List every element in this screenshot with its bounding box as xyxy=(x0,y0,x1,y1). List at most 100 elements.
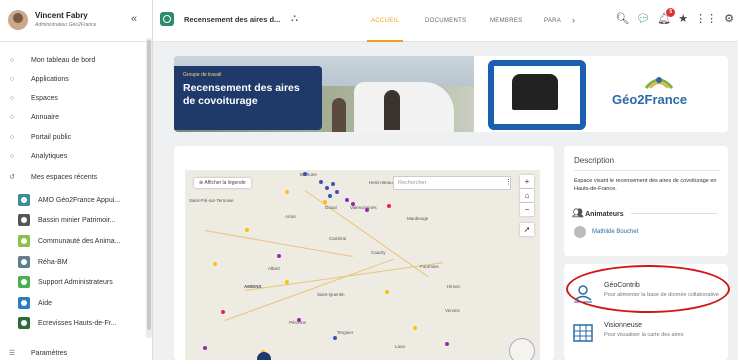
map-point[interactable] xyxy=(203,346,207,350)
map-point[interactable] xyxy=(413,326,417,330)
map-point[interactable] xyxy=(328,194,332,198)
animator-link[interactable]: Mathilde Bouchet xyxy=(574,226,638,238)
nav-recent-spaces[interactable]: ↺ Mes espaces récents xyxy=(8,170,97,184)
tab-membres[interactable]: MEMBRES xyxy=(490,18,522,24)
members-icon[interactable]: ⛬ xyxy=(291,13,298,24)
avatar xyxy=(574,226,586,238)
scrollbar-thumb[interactable] xyxy=(147,40,151,330)
nav-label: Mes espaces récents xyxy=(31,173,98,181)
description-text: Espace visant le recensement des aires d… xyxy=(574,178,717,192)
map-point[interactable] xyxy=(365,208,369,212)
tool-visionneuse[interactable]: Visionneuse Pour visualiser la carte des… xyxy=(572,320,722,350)
nav-label: Portail public xyxy=(31,133,72,141)
animators-heading-label: Animateurs xyxy=(585,211,624,218)
gear-icon[interactable]: ⚙ xyxy=(724,12,734,25)
nav-public-portal[interactable]: ○ Portail public xyxy=(8,130,71,144)
search-icon[interactable]: 🔍︎ xyxy=(615,12,629,25)
space-label: Aide xyxy=(38,299,53,307)
place-label: Saint-Quentin xyxy=(317,292,345,297)
recent-space-item[interactable]: Communauté des Anima... xyxy=(18,233,121,249)
map-point[interactable] xyxy=(277,254,281,258)
place-label: Cambrai xyxy=(329,236,347,241)
map-point[interactable] xyxy=(345,198,349,202)
banner-person xyxy=(332,98,346,132)
space-icon xyxy=(18,317,30,329)
home-icon[interactable]: ⌂ xyxy=(520,189,534,202)
map-point[interactable] xyxy=(385,290,389,294)
map-point[interactable] xyxy=(351,202,355,206)
map-point[interactable] xyxy=(285,280,289,284)
avatar[interactable] xyxy=(8,10,28,30)
map-point[interactable] xyxy=(445,342,449,346)
map-point[interactable] xyxy=(323,200,327,204)
map-point[interactable] xyxy=(325,186,329,190)
map-point[interactable] xyxy=(303,172,307,176)
show-legend-button[interactable]: ⊕ Afficher la légende xyxy=(194,178,251,188)
recent-space-item[interactable]: Réha-BM xyxy=(18,254,68,270)
map-point[interactable] xyxy=(335,190,339,194)
tab-documents[interactable]: DOCUMENTS xyxy=(425,18,466,24)
map[interactable]: Béthune Douai Valenciennes Maubeuge Arra… xyxy=(185,170,540,360)
nav-settings[interactable]: ☰ Paramètres xyxy=(8,346,67,360)
zoom-in-button[interactable]: + xyxy=(520,175,534,188)
place-label: AMIENS xyxy=(244,284,262,289)
place-label: Albert xyxy=(268,266,280,271)
map-point[interactable] xyxy=(245,228,249,232)
nav-spaces[interactable]: ○ Espaces xyxy=(8,91,58,105)
map-point[interactable] xyxy=(387,204,391,208)
space-title[interactable]: Recensement des aires d... xyxy=(184,15,280,24)
map-point[interactable] xyxy=(319,180,323,184)
nav-directory[interactable]: ○ Annuaire xyxy=(8,110,59,124)
recent-space-item[interactable]: Support Administrateurs xyxy=(18,274,113,290)
nav-analytics[interactable]: ○ Analytiques xyxy=(8,149,67,163)
map-point[interactable] xyxy=(213,262,217,266)
collapse-sidebar-icon[interactable]: « xyxy=(131,13,137,25)
legend-button-label: Afficher la légende xyxy=(204,180,246,186)
notification-badge: 5 xyxy=(666,8,676,17)
chat-icon[interactable]: 💬︎ xyxy=(636,12,650,25)
nav-dashboard[interactable]: ○ Mon tableau de bord xyxy=(8,53,95,67)
top-bar: Recensement des aires d... ⛬ ACCUEIL DOC… xyxy=(153,0,738,42)
circle-icon: ○ xyxy=(9,75,15,83)
map-point[interactable] xyxy=(297,318,301,322)
map-search-input[interactable]: Rechercher xyxy=(393,176,511,190)
user-name: Vincent Fabry xyxy=(35,11,88,20)
nav-label: Applications xyxy=(31,75,69,83)
settings-icon: ☰ xyxy=(8,350,16,357)
active-tab-indicator xyxy=(367,40,403,42)
recent-space-item[interactable]: Aide xyxy=(18,295,52,311)
recent-space-item[interactable]: Bassin minier Patrimoir... xyxy=(18,212,115,228)
user-block[interactable]: Vincent Fabry Administrateur Géo2France … xyxy=(0,0,153,42)
recent-space-item[interactable]: AMO Géo2France Appui... xyxy=(18,192,120,208)
zoom-out-button[interactable]: − xyxy=(520,203,534,216)
star-icon[interactable]: ★ xyxy=(678,12,688,25)
map-point[interactable] xyxy=(333,336,337,340)
banner-title-card: Groupe de travail Recensement des aires … xyxy=(174,66,322,130)
sidebar: Vincent Fabry Administrateur Géo2France … xyxy=(0,0,153,360)
space-icon xyxy=(18,235,30,247)
chevron-right-icon[interactable]: › xyxy=(572,15,575,25)
locate-icon[interactable]: ➚ xyxy=(520,223,534,236)
circle-icon: ○ xyxy=(9,56,15,64)
sidebar-scrollbar[interactable] xyxy=(146,38,152,338)
more-icon[interactable]: ⋮ xyxy=(505,178,512,186)
map-point[interactable] xyxy=(331,182,335,186)
place-label: Saint-Pol-sur-Ternoise xyxy=(189,198,234,203)
space-banner: Géo2France Groupe de travail Recensement… xyxy=(174,56,728,132)
apps-grid-icon[interactable]: ⋮⋮ xyxy=(695,12,717,25)
notification-icon[interactable]: 🔔︎ 5 xyxy=(657,8,676,25)
recent-space-item[interactable]: Ecrevisses Hauts-de-Fr... xyxy=(18,315,117,331)
nav-applications[interactable]: ○ Applications xyxy=(8,72,69,86)
map-point[interactable] xyxy=(221,310,225,314)
tab-accueil[interactable]: ACCUEIL xyxy=(371,18,399,24)
space-logo-icon[interactable] xyxy=(160,12,174,26)
banner-car xyxy=(354,82,454,132)
minimap-button[interactable] xyxy=(509,338,535,360)
circle-icon: ○ xyxy=(9,113,15,121)
place-label: Arras xyxy=(285,214,296,219)
map-cluster[interactable] xyxy=(257,352,271,360)
tab-parametres[interactable]: PARA xyxy=(544,18,561,24)
annotation-circle xyxy=(566,265,730,313)
map-point[interactable] xyxy=(285,190,289,194)
place-label: Vervins xyxy=(445,308,460,313)
